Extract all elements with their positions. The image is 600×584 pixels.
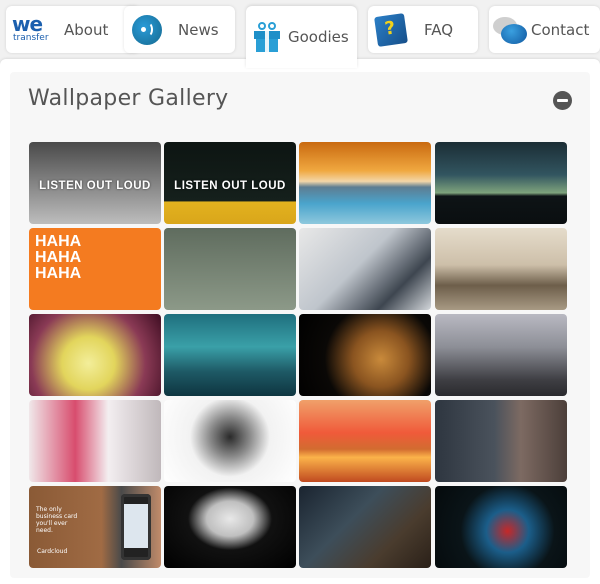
tab-contact[interactable]: Contact [489, 6, 600, 53]
minus-circle-icon[interactable] [553, 91, 572, 110]
wetransfer-logo-subtext: transfer [13, 32, 49, 43]
cardcloud-brand: Cardcloud [37, 548, 68, 555]
cardcloud-tagline: The only business card you'll ever need. [36, 506, 78, 534]
tab-faq-label: FAQ [424, 20, 454, 39]
wallpaper-thumb-forest-balloons[interactable] [299, 486, 431, 568]
wallpaper-thumb-yellow-ink-cloud[interactable] [29, 314, 161, 396]
tab-faq[interactable]: ? FAQ [368, 6, 478, 53]
help-glyph: ? [383, 16, 397, 40]
wallpaper-thumb-italian-helmet[interactable] [164, 486, 296, 568]
gallery-title: Wallpaper Gallery [28, 86, 229, 111]
wallpaper-thumb-cardcloud-phone[interactable]: The only business card you'll ever need.… [29, 486, 161, 568]
wallpaper-thumb-infinity-pool-sunset[interactable] [299, 142, 431, 224]
tab-about[interactable]: we transfer About [6, 6, 140, 53]
wallpaper-thumb-hahaha-waldisney[interactable]: HAHA HAHA HAHA [29, 228, 161, 310]
tab-about-label: About [64, 20, 109, 39]
wallpaper-thumb-woman-in-scarf[interactable] [435, 400, 567, 482]
wallpaper-thumb-listen-out-loud-skeleton[interactable]: LISTEN OUT LOUD [29, 142, 161, 224]
wallpaper-caption: LISTEN OUT LOUD [39, 180, 151, 192]
wallpaper-thumb-robot-city-illustration[interactable] [164, 228, 296, 310]
tab-goodies-label: Goodies [288, 28, 349, 46]
gift-icon [254, 22, 280, 52]
wallpaper-caption: LISTEN OUT LOUD [174, 180, 286, 192]
phone-graphic [121, 494, 151, 560]
help-book-icon: ? [374, 12, 408, 47]
speech-bubbles-icon [493, 15, 529, 45]
wallpaper-thumb-statue-architecture[interactable] [435, 314, 567, 396]
tab-goodies[interactable]: Goodies [246, 6, 357, 68]
wallpaper-thumb-bridge-cityscape[interactable] [435, 228, 567, 310]
wallpaper-thumb-sketch-portraits[interactable] [29, 400, 161, 482]
wetransfer-logo-icon: we transfer [10, 12, 54, 46]
wallpaper-thumb-listen-out-loud-singers[interactable]: LISTEN OUT LOUD [164, 142, 296, 224]
top-navigation: we transfer About News Goodies ? FAQ Con… [0, 6, 600, 68]
tab-contact-label: Contact [531, 20, 590, 39]
hahaha-artwork-text: HAHA HAHA HAHA [35, 233, 82, 282]
tab-news[interactable]: News [124, 6, 235, 53]
wallpaper-thumb-light-trails[interactable] [435, 486, 567, 568]
wallpaper-thumb-bottles-closeup[interactable] [299, 228, 431, 310]
broadcast-icon [132, 14, 162, 45]
wallpaper-thumb-surfer-wave[interactable] [164, 314, 296, 396]
wallpaper-thumb-rooftop-silhouette[interactable] [435, 142, 567, 224]
wallpaper-thumb-masked-woman-bw[interactable] [164, 400, 296, 482]
tab-news-label: News [178, 20, 219, 39]
wallpaper-thumb-man-at-sunset[interactable] [299, 400, 431, 482]
wallpaper-thumb-lion-portrait[interactable] [299, 314, 431, 396]
